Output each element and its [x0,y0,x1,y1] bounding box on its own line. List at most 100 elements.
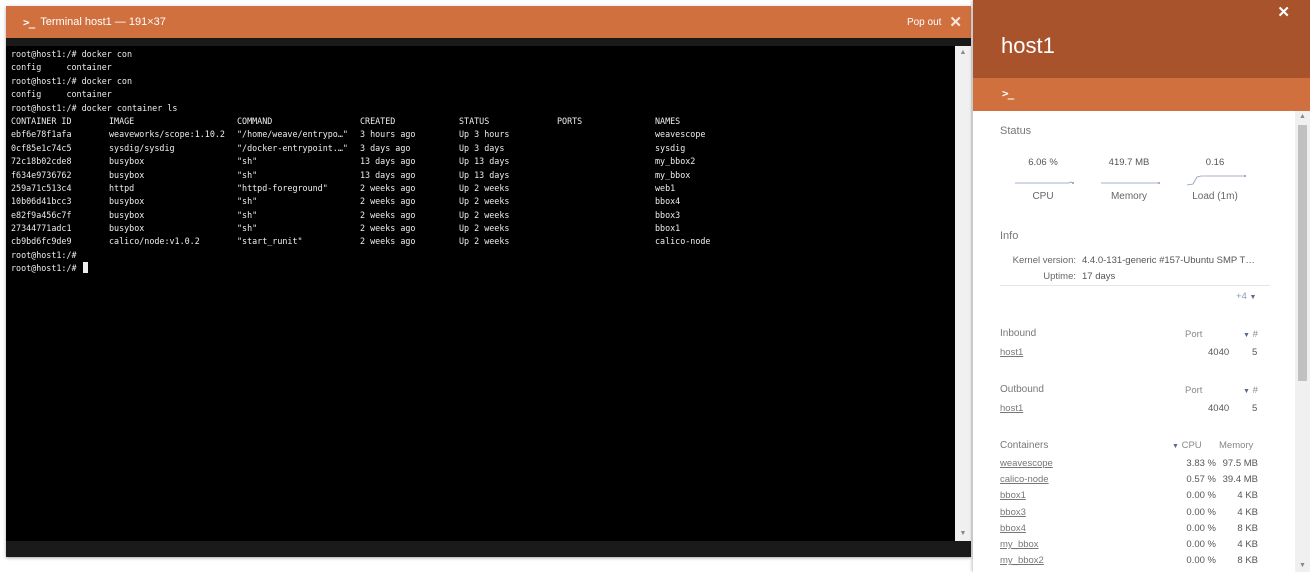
container-row-memory: 4 KB [1237,490,1258,502]
terminal-cell: f634e9736762 [11,169,72,180]
container-row-name[interactable]: weavescope [1000,458,1053,469]
terminal-cell: bbox4 [655,196,681,207]
terminal-table-row: ebf6e78f1afa weaveworks/scope:1.10.2 "/hom… [11,128,950,141]
scrollbar-thumb[interactable] [1298,125,1307,381]
container-link[interactable]: weavescope [1000,458,1053,469]
terminal-cell: NAMES [655,115,681,126]
container-row-memory: 97.5 MB [1222,458,1258,469]
sort-desc-icon: ▼ [1243,388,1250,395]
container-row-name[interactable]: calico-node [1000,474,1049,485]
terminal-cell: 13 days ago [360,169,416,180]
outbound-count-header[interactable]: ▼ # [1243,385,1258,396]
status-section-title: Status [1000,125,1032,137]
metric-label: CPU [1032,191,1054,202]
terminal-cell: 0cf85e1c74c5 [11,142,72,153]
container-link[interactable]: my_bbox [1000,539,1039,550]
terminal-table-row: e82f9a456c7f busybox "sh" 2 weeks ago Up 2 w… [11,209,950,222]
scroll-up-arrow-icon[interactable]: ▲ [1295,111,1310,123]
terminal-line: root@host1:/# [11,249,77,260]
terminal-cell: PORTS [557,115,583,126]
containers-memory-header[interactable]: Memory [1219,440,1253,451]
container-row-name[interactable]: my_bbox [1000,539,1039,550]
terminal-cell [557,155,655,168]
terminal-output[interactable]: root@host1:/# docker con config container… [6,46,955,541]
panel-header: host1 ✕ [973,0,1310,78]
terminal-cell: Up 3 days [459,142,505,153]
outbound-host-link[interactable]: host1 [1000,403,1023,414]
terminal-control-icon[interactable]: >_ [1002,87,1014,100]
show-more-link[interactable]: +4 ▼ [1236,291,1256,302]
terminal-cell: 10b06d41bcc3 [11,196,72,207]
terminal-cell: CONTAINER ID [11,115,72,126]
container-row-name[interactable]: bbox4 [1000,523,1026,534]
container-row-name[interactable]: bbox3 [1000,507,1026,518]
terminal-cursor [82,262,88,274]
terminal-close-icon[interactable]: ✕ [949,13,962,31]
container-row-memory: 4 KB [1237,539,1258,550]
container-link[interactable]: calico-node [1000,474,1049,485]
uptime-row: Uptime: 17 days [1000,271,1115,282]
outbound-port-header[interactable]: Port [1185,385,1202,396]
inbound-row-name[interactable]: host1 [1000,347,1023,358]
kernel-version-row: Kernel version: 4.4.0-131-generic #157-Ub… [1000,255,1255,266]
metric-value: 0.16 [1205,157,1225,168]
container-row-cpu: 0.57 % [1186,474,1216,486]
panel-title: host1 [1001,33,1055,58]
terminal-cell: ebf6e78f1afa [11,129,72,140]
container-link[interactable]: bbox4 [1000,523,1026,534]
terminal-table-row: 10b06d41bcc3 busybox "sh" 2 weeks ago Up 2 w… [11,195,950,208]
container-row-cpu: 0.00 % [1186,490,1216,502]
popout-button[interactable]: Pop out [907,17,941,28]
outbound-row-name[interactable]: host1 [1000,403,1023,414]
terminal-cell: Up 13 days [459,169,510,180]
panel-close-icon[interactable]: ✕ [1277,3,1290,21]
inbound-count-header[interactable]: ▼ # [1243,329,1258,340]
terminal-cell: 13 days ago [360,156,416,167]
terminal-line: root@host1:/# docker con [11,49,133,59]
container-row-memory: 4 KB [1237,506,1258,518]
terminal-cell: 2 weeks ago [360,236,416,247]
container-link[interactable]: my_bbox2 [1000,555,1044,566]
metric-value: 6.06 % [1028,157,1058,168]
scroll-down-arrow-icon[interactable]: ▼ [955,527,971,541]
container-link[interactable]: bbox3 [1000,507,1026,518]
terminal-cell: STATUS [459,115,490,126]
inbound-port-header[interactable]: Port [1185,329,1202,340]
terminal-cell: my_bbox [655,169,691,180]
metric-label: Memory [1110,191,1148,202]
terminal-cell: Up 2 weeks [459,209,510,220]
terminal-current-prompt: root@host1:/# [11,263,82,274]
terminal-cell: COMMAND [237,115,273,126]
terminal-cell: Up 13 days [459,156,510,167]
terminal-cell: busybox [109,223,145,234]
memory-sparkline [1101,182,1160,184]
terminal-cell: Up 2 weeks [459,182,510,193]
terminal-cell: "sh" [237,209,258,220]
scroll-down-arrow-icon[interactable]: ▼ [1295,560,1310,572]
container-link[interactable]: bbox1 [1000,490,1026,501]
inbound-host-link[interactable]: host1 [1000,347,1023,358]
terminal-table-row: 0cf85e1c74c5 sysdig/sysdig "/docker-entryp… [11,142,950,155]
inbound-section-title: Inbound [1000,328,1037,339]
terminal-cell [557,195,655,208]
container-row-cpu: 0.00 % [1186,539,1216,550]
panel-scrollbar[interactable]: ▲ ▼ [1295,111,1310,572]
terminal-cell: 2 weeks ago [360,223,416,234]
terminal-cell [557,142,655,155]
terminal-scrollbar[interactable]: ▲ ▼ [955,46,971,541]
terminal-cell: IMAGE [109,115,135,126]
container-row-cpu: 0.00 % [1186,506,1216,518]
terminal-cell [557,209,655,222]
scroll-up-arrow-icon[interactable]: ▲ [955,46,971,60]
terminal-cell: "start_runit" [237,236,303,247]
sort-desc-icon: ▼ [1243,332,1250,339]
container-row-memory: 39.4 MB [1222,474,1258,486]
panel-body: Status 6.06 % CPU 419.7 MB Memory 0.16 L [973,111,1293,572]
terminal-cell: "/home/weave/entrypo…" [237,129,348,140]
terminal-current-line: root@host1:/# [11,262,950,275]
terminal-cell: 72c18b02cde8 [11,156,72,167]
terminal-cell: sysdig [655,142,686,153]
containers-cpu-header[interactable]: ▼ CPU [1172,440,1202,451]
container-row-name[interactable]: my_bbox2 [1000,555,1044,566]
container-row-name[interactable]: bbox1 [1000,490,1026,501]
